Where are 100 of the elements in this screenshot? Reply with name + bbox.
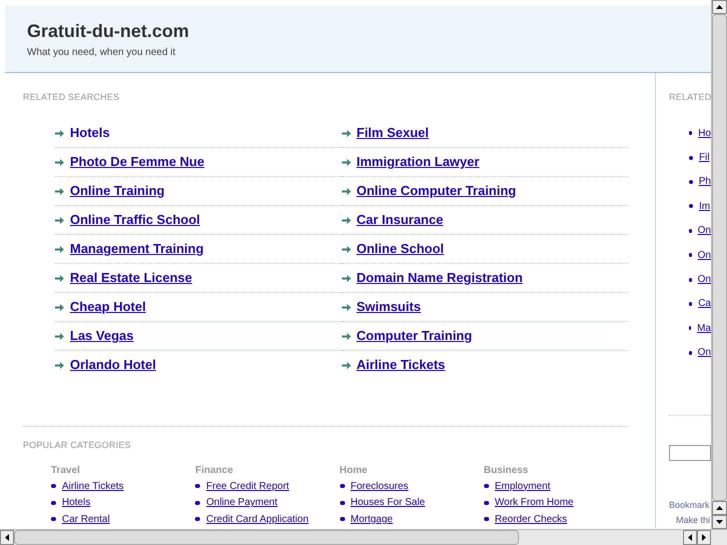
- category-title: Finance: [195, 464, 234, 478]
- arrow-icon: [55, 332, 64, 340]
- bullet-icon: [689, 228, 692, 233]
- section-heading: POPULAR CATEGORIES: [23, 440, 131, 450]
- sidebar-link[interactable]: Ho: [698, 126, 711, 141]
- sidebar-link[interactable]: Ma: [697, 320, 711, 336]
- category-link[interactable]: Hotels: [62, 495, 90, 510]
- arrow-icon: [342, 188, 350, 194]
- arrow-icon: [55, 188, 64, 194]
- bullet-icon: [195, 517, 200, 522]
- arrow-icon: [342, 332, 350, 340]
- arrow-icon: [55, 304, 64, 310]
- arrow-icon: [55, 130, 64, 136]
- arrow-icon: [342, 362, 350, 368]
- bullet-icon: [484, 500, 489, 505]
- bullet-icon: [689, 253, 692, 258]
- search-link[interactable]: Orlando Hotel: [70, 355, 156, 375]
- bullet-icon: [51, 517, 56, 522]
- bullet-icon: [340, 484, 344, 488]
- bullet-icon: [484, 517, 489, 522]
- category-link[interactable]: Houses For Sale: [350, 495, 425, 510]
- search-link[interactable]: Immigration Lawyer: [356, 152, 480, 172]
- search-link[interactable]: Online Computer Training: [356, 181, 516, 201]
- category-link[interactable]: Online Payment: [206, 495, 278, 510]
- up-arrow-icon: [716, 5, 723, 9]
- section-heading: RELATED SEARCHES: [23, 92, 120, 102]
- bookmark-link[interactable]: Bookmark: [669, 498, 711, 512]
- bullet-icon: [689, 302, 692, 306]
- bullet-icon: [484, 484, 489, 488]
- category-link[interactable]: Employment: [494, 478, 550, 494]
- search-link[interactable]: Computer Training: [356, 326, 472, 346]
- site-tagline: What you need, when you need it: [27, 46, 176, 60]
- search-link[interactable]: Car Insurance: [356, 210, 444, 230]
- search-link[interactable]: Cheap Hotel: [70, 297, 146, 317]
- search-link[interactable]: Las Vegas: [70, 326, 134, 346]
- category-link[interactable]: Foreclosures: [350, 478, 408, 494]
- category-title: Business: [484, 464, 530, 478]
- up-arrow-icon: [716, 506, 723, 510]
- sidebar-link[interactable]: Ph: [698, 174, 711, 190]
- bullet-icon: [689, 350, 692, 355]
- category-link[interactable]: Mortgage: [350, 512, 393, 527]
- scroll-thumb[interactable]: [14, 530, 519, 545]
- sidebar-link[interactable]: On: [698, 272, 711, 288]
- down-arrow-icon: [716, 520, 723, 524]
- category-title: Travel: [51, 464, 81, 478]
- bullet-icon: [340, 500, 344, 505]
- search-link[interactable]: Domain Name Registration: [356, 268, 523, 288]
- sidebar-link[interactable]: Fil: [699, 150, 710, 166]
- sidebar-link[interactable]: On: [698, 248, 711, 263]
- category-title: Home: [340, 464, 368, 478]
- category-link[interactable]: Credit Card Application: [206, 512, 309, 527]
- search-link[interactable]: Online Training: [70, 181, 165, 201]
- category-link[interactable]: Free Credit Report: [206, 478, 290, 494]
- arrow-icon: [342, 158, 350, 166]
- search-link[interactable]: Management Training: [70, 239, 204, 259]
- search-link[interactable]: Photo De Femme Nue: [70, 152, 204, 172]
- bullet-icon: [340, 517, 344, 522]
- arrow-icon: [55, 158, 64, 166]
- search-link[interactable]: Real Estate License: [70, 268, 192, 288]
- homepage-link[interactable]: Make thi: [669, 514, 711, 528]
- bullet-icon: [195, 484, 200, 488]
- search-field[interactable]: [669, 444, 711, 461]
- arrow-icon: [55, 246, 64, 252]
- left-arrow-icon: [5, 534, 9, 541]
- arrow-icon: [342, 246, 350, 252]
- arrow-icon: [55, 362, 64, 368]
- bullet-icon: [51, 500, 56, 505]
- bullet-icon: [195, 500, 200, 505]
- sidebar-link[interactable]: Im: [699, 198, 710, 214]
- search-link[interactable]: Online School: [356, 239, 444, 259]
- section-heading: RELATED: [669, 92, 711, 102]
- category-link[interactable]: Airline Tickets: [62, 478, 124, 494]
- category-link[interactable]: Reorder Checks: [494, 512, 568, 527]
- bullet-icon: [689, 278, 692, 282]
- category-link[interactable]: Work From Home: [494, 495, 574, 510]
- sidebar-link[interactable]: On: [698, 223, 711, 238]
- category-link[interactable]: Car Rental: [62, 512, 110, 527]
- arrow-icon: [55, 274, 64, 282]
- bullet-icon: [689, 326, 692, 330]
- arrow-icon: [342, 304, 350, 310]
- bullet-icon: [51, 484, 56, 488]
- bullet-icon: [689, 131, 692, 136]
- sidebar-link[interactable]: On: [698, 345, 711, 360]
- bullet-icon: [689, 204, 693, 208]
- site-title: Gratuit-du-net.com: [27, 20, 190, 42]
- search-link[interactable]: Film Sexuel: [356, 123, 429, 143]
- search-link[interactable]: Airline Tickets: [356, 355, 446, 375]
- horizontal-scrollbar[interactable]: [0, 529, 727, 545]
- arrow-icon: [55, 216, 64, 224]
- search-link[interactable]: Online Traffic School: [70, 210, 200, 230]
- arrow-icon: [342, 274, 350, 282]
- arrow-icon: [342, 130, 350, 136]
- bullet-icon: [689, 180, 693, 184]
- arrow-icon: [342, 216, 350, 224]
- search-link[interactable]: Hotels: [70, 123, 110, 143]
- right-arrow-icon: [702, 534, 706, 541]
- sidebar-link[interactable]: Ca: [698, 296, 711, 312]
- search-link[interactable]: Swimsuits: [356, 297, 421, 317]
- left-arrow-icon: [688, 534, 692, 541]
- bullet-icon: [689, 156, 693, 160]
